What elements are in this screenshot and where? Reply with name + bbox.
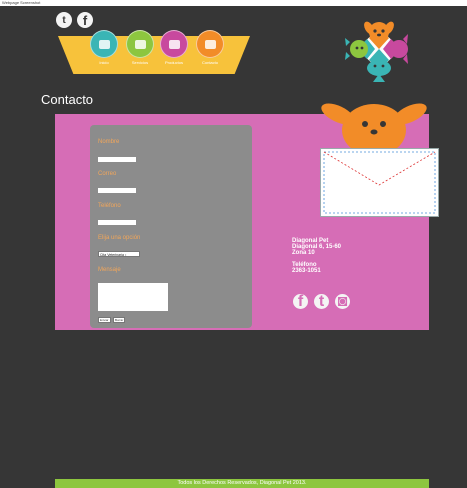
envelope-icon	[320, 148, 439, 217]
twitter-icon[interactable]: t	[314, 293, 329, 310]
products-icon	[160, 30, 188, 58]
phone-label: Teléfono	[98, 203, 121, 209]
name-label: Nombre	[98, 139, 120, 145]
brand-logo	[345, 21, 408, 82]
house-icon	[90, 30, 118, 58]
mail-icon	[196, 30, 224, 58]
nav-label: Servicios	[131, 60, 149, 65]
nav-label: Contacto	[201, 60, 218, 65]
nav-label: Inicio	[99, 60, 109, 65]
contact-form: Nombre Correo Teléfono Elija una opción …	[90, 125, 252, 328]
page-title: Contacto	[41, 92, 94, 107]
nav-item-contacto[interactable]: Contacto	[194, 30, 226, 65]
nav-item-inicio[interactable]: Inicio	[88, 30, 120, 65]
email-label: Correo	[98, 171, 117, 177]
instagram-icon[interactable]: ◙	[335, 293, 350, 310]
services-icon	[126, 30, 154, 58]
reset-button[interactable]: Borrar	[113, 317, 126, 323]
nav-item-servicios[interactable]: Servicios	[124, 30, 156, 65]
message-label: Mensaje	[98, 267, 121, 273]
contact-info: Diagonal Pet Diagonal 6, 15-60 Zona 10 T…	[292, 238, 341, 274]
service-select[interactable]: Cita Veterinaria ↕	[98, 251, 140, 257]
send-button[interactable]: Enviar	[98, 317, 111, 323]
facebook-icon[interactable]: f	[293, 293, 308, 310]
phone-field[interactable]	[98, 220, 136, 225]
screenshot-caption: Webpage Screenshot	[2, 0, 41, 5]
option-label: Elija una opción	[98, 235, 141, 241]
name-field[interactable]	[98, 157, 136, 162]
nav-label: Productos	[164, 60, 183, 65]
dog-mascot-icon	[321, 103, 427, 156]
email-field[interactable]	[98, 188, 136, 193]
message-textarea[interactable]	[98, 283, 168, 311]
phone-number: 2363-1051	[292, 268, 321, 274]
nav-item-productos[interactable]: Productos	[158, 30, 190, 65]
footer: Todos los Derechos Reservados, Diagonal …	[55, 479, 429, 488]
facebook-icon[interactable]: f	[77, 12, 93, 28]
twitter-icon[interactable]: t	[56, 12, 72, 28]
